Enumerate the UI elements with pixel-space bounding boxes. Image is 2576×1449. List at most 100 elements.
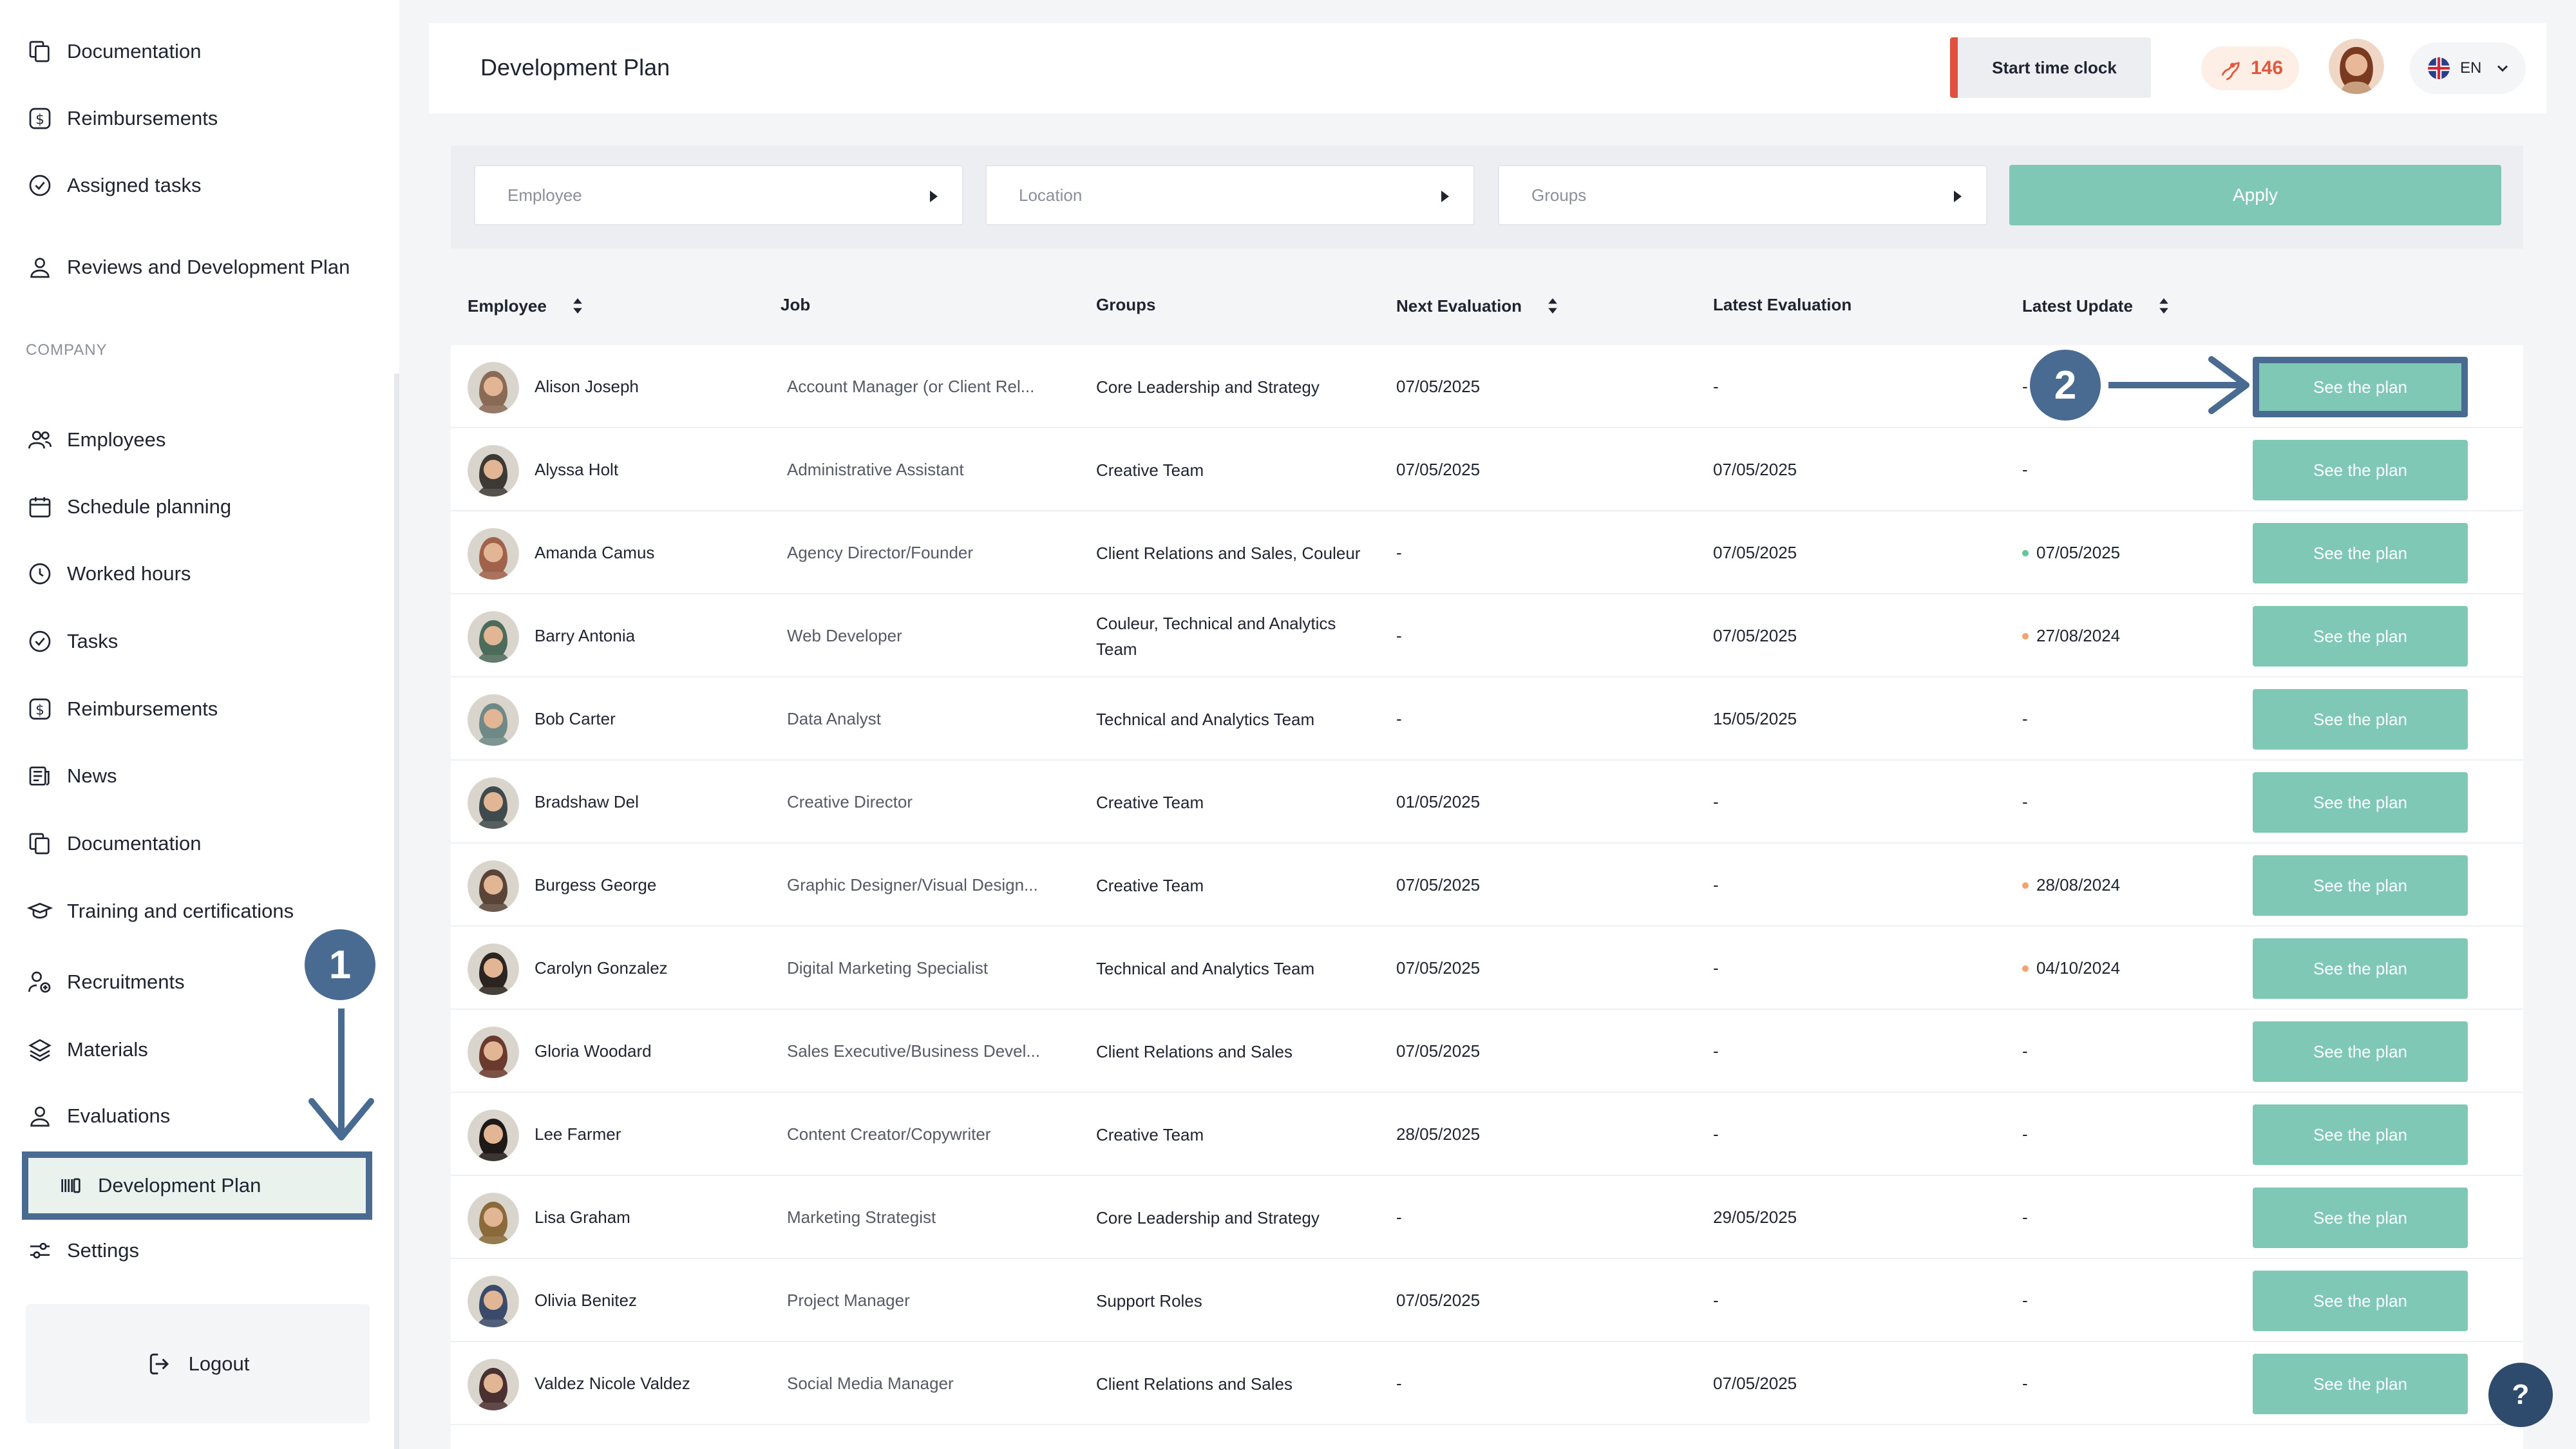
latest-evaluation-date: -: [1713, 958, 1719, 978]
latest-update-date: -: [2022, 1291, 2028, 1310]
table-row: Amanda Camus Agency Director/Founder Clien…: [451, 511, 2523, 594]
logout-button[interactable]: Logout: [26, 1304, 370, 1423]
job-title: Administrative Assistant: [787, 460, 964, 479]
help-button[interactable]: ?: [2488, 1363, 2553, 1427]
sidebar-item-worked-hours[interactable]: Worked hours: [26, 554, 191, 593]
groups-filter-select[interactable]: Groups: [1498, 165, 1987, 225]
sidebar-item-label: Schedule planning: [67, 495, 232, 518]
sidebar-item-label: News: [67, 764, 117, 787]
employee-name: Bob Carter: [535, 709, 616, 728]
job-title: Content Creator/Copywriter: [787, 1124, 991, 1144]
news-icon: [26, 762, 54, 790]
employee-avatar: [468, 694, 519, 746]
sliders-icon: [26, 1236, 54, 1265]
see-the-plan-button[interactable]: See the plan: [2253, 357, 2468, 417]
points-badge[interactable]: 146: [2201, 46, 2299, 90]
see-the-plan-button[interactable]: See the plan: [2253, 606, 2468, 667]
column-header-label: Next Evaluation: [1396, 296, 1522, 316]
employee-filter-select[interactable]: Employee: [474, 165, 963, 225]
clock-icon: [26, 560, 54, 588]
job-title: Data Analyst: [787, 709, 881, 728]
latest-update-date: 07/05/2025: [2036, 543, 2121, 562]
annotation-marker-2: 2: [2030, 350, 2101, 421]
top-header: Development Plan Start time clock 146 EN: [429, 23, 2546, 113]
latest-update-cell: -: [2022, 1093, 2028, 1176]
see-the-plan-button[interactable]: See the plan: [2253, 1271, 2468, 1331]
table-row: Barry Antonia Web Developer Couleur, Techn…: [451, 594, 2523, 677]
groups-cell: Technical and Analytics Team: [1096, 709, 1315, 729]
see-the-plan-button[interactable]: See the plan: [2253, 938, 2468, 999]
employee-avatar: [468, 1276, 519, 1327]
sidebar-item-recruitments[interactable]: Recruitments: [26, 963, 185, 1001]
see-the-plan-button[interactable]: See the plan: [2253, 523, 2468, 583]
uk-flag-icon: [2428, 57, 2450, 79]
latest-update-date: 27/08/2024: [2036, 626, 2121, 645]
sidebar-item-employees[interactable]: Employees: [26, 421, 166, 459]
column-header-latest-update[interactable]: Latest Update: [2022, 295, 2173, 317]
groups-cell: Couleur, Technical and Analytics Team: [1096, 613, 1336, 659]
see-the-plan-button[interactable]: See the plan: [2253, 772, 2468, 833]
job-title: Creative Director: [787, 792, 913, 811]
see-the-plan-button[interactable]: See the plan: [2253, 689, 2468, 750]
sidebar-item-news[interactable]: News: [26, 757, 117, 795]
see-the-plan-button[interactable]: See the plan: [2253, 855, 2468, 916]
see-the-plan-button[interactable]: See the plan: [2253, 1188, 2468, 1248]
sidebar-item-training-certifications[interactable]: Training and certifications: [26, 892, 294, 931]
latest-update-date: -: [2022, 1374, 2028, 1393]
table-row: Bradshaw Del Creative Director Creative Te…: [451, 761, 2523, 844]
start-time-clock-button[interactable]: Start time clock: [1950, 37, 2151, 98]
next-evaluation-date: -: [1396, 709, 1402, 728]
sidebar-item-development-plan[interactable]: Development Plan: [22, 1151, 372, 1220]
latest-update-cell: 04/10/2024: [2022, 927, 2120, 1010]
apply-button[interactable]: Apply: [2009, 165, 2501, 225]
sidebar-item-schedule-planning[interactable]: Schedule planning: [26, 488, 231, 526]
recruit-icon: [26, 968, 54, 996]
sidebar-item-reimbursements-top[interactable]: $ Reimbursements: [26, 99, 218, 138]
sidebar-item-label: Employees: [67, 428, 166, 451]
see-the-plan-button[interactable]: See the plan: [2253, 1021, 2468, 1082]
column-header-employee[interactable]: Employee: [468, 295, 587, 317]
check-circle-icon: [26, 627, 54, 656]
see-the-plan-button[interactable]: See the plan: [2253, 1354, 2468, 1414]
job-title: Social Media Manager: [787, 1374, 954, 1393]
groups-cell: Client Relations and Sales: [1096, 1041, 1293, 1061]
see-the-plan-button[interactable]: See the plan: [2253, 440, 2468, 500]
points-value: 146: [2250, 57, 2284, 79]
page-title: Development Plan: [480, 54, 670, 80]
sidebar-item-materials[interactable]: Materials: [26, 1030, 148, 1069]
sidebar-item-tasks[interactable]: Tasks: [26, 622, 118, 661]
sidebar-item-evaluations[interactable]: Evaluations: [26, 1097, 170, 1135]
sidebar-item-assigned-tasks[interactable]: Assigned tasks: [26, 166, 202, 205]
job-title: Marketing Strategist: [787, 1208, 936, 1227]
latest-update-cell: -: [2022, 677, 2028, 761]
see-the-plan-button[interactable]: See the plan: [2253, 1104, 2468, 1165]
location-filter-placeholder: Location: [1019, 185, 1083, 205]
sidebar-item-documentation-top[interactable]: Documentation: [26, 32, 202, 71]
latest-update-date: -: [2022, 709, 2028, 728]
groups-cell: Creative Team: [1096, 1124, 1204, 1144]
sidebar-item-reimbursements[interactable]: $ Reimbursements: [26, 690, 218, 728]
annotation-marker-1: 1: [305, 929, 375, 1000]
employee-avatar: [468, 445, 519, 497]
location-filter-select[interactable]: Location: [985, 165, 1475, 225]
sidebar-scrollbar[interactable]: [394, 374, 399, 1449]
employee-avatar: [468, 1110, 519, 1161]
latest-evaluation-date: -: [1713, 792, 1719, 811]
column-header-next-evaluation[interactable]: Next Evaluation: [1396, 295, 1562, 317]
user-avatar[interactable]: [2329, 39, 2384, 94]
sidebar-item-label: Documentation: [67, 832, 202, 855]
employee-name: Olivia Benitez: [535, 1291, 637, 1310]
documents-icon: [26, 829, 54, 858]
employee-name: Carolyn Gonzalez: [535, 958, 668, 978]
employee-name: Barry Antonia: [535, 626, 636, 645]
next-evaluation-date: 07/05/2025: [1396, 377, 1481, 396]
language-selector[interactable]: EN: [2410, 43, 2526, 94]
sidebar-item-label: Reimbursements: [67, 697, 218, 720]
sidebar-item-settings[interactable]: Settings: [26, 1231, 139, 1270]
sidebar-item-documentation[interactable]: Documentation: [26, 824, 202, 863]
sidebar-item-reviews-development-plan[interactable]: Reviews and Development Plan: [26, 232, 361, 303]
column-header-groups: Groups: [1096, 295, 1155, 315]
next-evaluation-date: 07/05/2025: [1396, 1041, 1481, 1061]
latest-update-date: 04/10/2024: [2036, 958, 2121, 978]
job-title: Project Manager: [787, 1291, 910, 1310]
